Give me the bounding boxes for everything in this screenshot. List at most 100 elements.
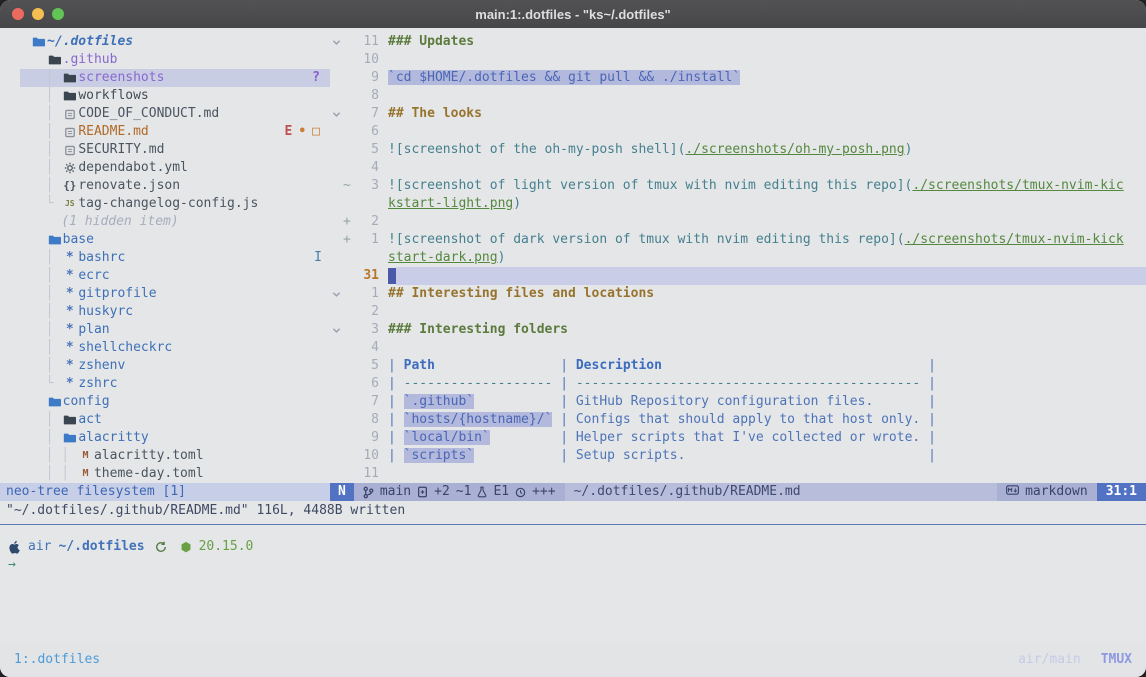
fold-chevron-icon[interactable] bbox=[330, 290, 343, 299]
editor-line[interactable]: 11 bbox=[330, 465, 1146, 483]
editor-line[interactable]: 9 | `local/bin` | Helper scripts that I'v… bbox=[330, 429, 1146, 447]
tree-item[interactable]: │ *ecrc bbox=[20, 267, 330, 285]
minimize-button[interactable] bbox=[32, 8, 44, 20]
editor-line[interactable]: kstart-light.png) bbox=[330, 195, 1146, 213]
tree-item-label: ecrc bbox=[78, 267, 109, 285]
editor-line[interactable]: 5| Path | Description | bbox=[330, 357, 1146, 375]
maximize-button[interactable] bbox=[52, 8, 64, 20]
tree-item[interactable]: │ *bashrcI bbox=[20, 249, 330, 267]
text-segment bbox=[474, 394, 560, 409]
tree-item[interactable]: .github bbox=[20, 51, 330, 69]
indent-guide: │ bbox=[30, 357, 61, 375]
close-button[interactable] bbox=[12, 8, 24, 20]
tree-item[interactable]: │ act bbox=[20, 411, 330, 429]
editor-line[interactable]: 4 bbox=[330, 159, 1146, 177]
tree-item[interactable]: │ *huskyrc bbox=[20, 303, 330, 321]
editor-line[interactable]: start-dark.png) bbox=[330, 249, 1146, 267]
editor-line[interactable]: 7## The looks bbox=[330, 105, 1146, 123]
editor-line[interactable]: 10 bbox=[330, 51, 1146, 69]
line-text: ## The looks bbox=[388, 105, 482, 123]
line-number: 9 bbox=[353, 429, 379, 447]
tree-item[interactable]: │ │ Mtheme-day.toml bbox=[20, 465, 330, 483]
text-segment bbox=[920, 376, 928, 391]
editor-line[interactable]: 5![screenshot of the oh-my-posh shell](.… bbox=[330, 141, 1146, 159]
editor-line[interactable]: 11### Updates bbox=[330, 33, 1146, 51]
asterisk-icon: * bbox=[61, 267, 78, 285]
folder-icon bbox=[61, 432, 78, 444]
tree-item[interactable]: │ alacritty bbox=[20, 429, 330, 447]
tree-item[interactable]: └ JStag-changelog-config.js bbox=[20, 195, 330, 213]
tree-item[interactable]: │ *gitprofile bbox=[20, 285, 330, 303]
line-number: 31 bbox=[353, 267, 379, 285]
tree-item-label: .github bbox=[63, 51, 118, 69]
line-number: 6 bbox=[353, 123, 379, 141]
editor-line[interactable]: 7| `.github` | GitHub Repository configu… bbox=[330, 393, 1146, 411]
editor-line[interactable]: ~3![screenshot of light version of tmux … bbox=[330, 177, 1146, 195]
text-segment: ### Updates bbox=[388, 34, 474, 49]
tree-item[interactable]: base bbox=[20, 231, 330, 249]
tree-item[interactable]: ~/.dotfiles bbox=[20, 33, 330, 51]
indent-guide: └ bbox=[30, 195, 61, 213]
line-number: 3 bbox=[353, 321, 379, 339]
indent-guide: │ bbox=[30, 267, 61, 285]
tree-item[interactable]: └ *zshrc bbox=[20, 375, 330, 393]
tree-item-label: gitprofile bbox=[78, 285, 156, 303]
text-segment: ./screenshots/oh-my-posh.png bbox=[685, 142, 904, 157]
folder-icon bbox=[61, 414, 78, 426]
tree-item[interactable]: │ *zshenv bbox=[20, 357, 330, 375]
text-segment: Description bbox=[576, 358, 662, 373]
editor-line[interactable]: 9`cd $HOME/.dotfiles && git pull && ./in… bbox=[330, 69, 1146, 87]
gear-icon bbox=[61, 162, 78, 174]
text-segment: | bbox=[388, 358, 404, 373]
folder-icon bbox=[46, 234, 63, 246]
tree-item[interactable]: │ *plan bbox=[20, 321, 330, 339]
editor-line[interactable]: 10| `scripts` | Setup scripts. | bbox=[330, 447, 1146, 465]
line-text: | `local/bin` | Helper scripts that I've… bbox=[388, 429, 936, 447]
tree-item[interactable]: │ dependabot.yml bbox=[20, 159, 330, 177]
filetype-segment: markdown bbox=[997, 483, 1097, 501]
text-segment: | bbox=[928, 376, 936, 391]
tree-item[interactable]: │ │ Malacritty.toml bbox=[20, 447, 330, 465]
line-number: 4 bbox=[353, 159, 379, 177]
tree-item[interactable]: config bbox=[20, 393, 330, 411]
editor-line[interactable]: 6 bbox=[330, 123, 1146, 141]
text-segment: ----------------------------------------… bbox=[576, 376, 920, 391]
editor-line[interactable]: +2 bbox=[330, 213, 1146, 231]
editor-line[interactable]: 1## Interesting files and locations bbox=[330, 285, 1146, 303]
indent-guide: │ bbox=[30, 141, 61, 159]
line-number: 9 bbox=[353, 69, 379, 87]
editor-pane[interactable]: 11### Updates109`cd $HOME/.dotfiles && g… bbox=[330, 28, 1146, 483]
tree-item[interactable]: │ *shellcheckrc bbox=[20, 339, 330, 357]
editor-line[interactable]: 6| ------------------- | ---------------… bbox=[330, 375, 1146, 393]
editor-line[interactable]: 8| `hosts/{hostname}/` | Configs that sh… bbox=[330, 411, 1146, 429]
editor-line[interactable]: 31 bbox=[330, 267, 1146, 285]
fold-chevron-icon[interactable] bbox=[330, 110, 343, 119]
braces-icon: {} bbox=[61, 177, 78, 195]
markdown-file-icon bbox=[61, 126, 78, 139]
tree-item[interactable]: │ screenshots? bbox=[20, 69, 330, 87]
shell-pane[interactable]: air ~/.dotfiles 20.15.0 → bbox=[0, 525, 1146, 641]
file-tree[interactable]: ~/.dotfiles .github │ screenshots? │ wor… bbox=[0, 28, 330, 483]
editor-line[interactable]: 4 bbox=[330, 339, 1146, 357]
markdown-file-icon bbox=[61, 108, 78, 121]
tree-item[interactable]: │ SECURITY.md bbox=[20, 141, 330, 159]
cursor-position: 31:1 bbox=[1097, 483, 1146, 501]
text-segment: | bbox=[388, 394, 404, 409]
tree-item-label: act bbox=[78, 411, 101, 429]
editor-line[interactable]: 3### Interesting folders bbox=[330, 321, 1146, 339]
fold-chevron-icon[interactable] bbox=[330, 38, 343, 47]
fold-chevron-icon[interactable] bbox=[330, 326, 343, 335]
text-segment: | bbox=[560, 394, 576, 409]
editor-line[interactable]: +1![screenshot of dark version of tmux w… bbox=[330, 231, 1146, 249]
tree-item[interactable]: │ CODE_OF_CONDUCT.md bbox=[20, 105, 330, 123]
apple-icon bbox=[8, 540, 21, 554]
tree-item[interactable]: │ README.mdE•□ bbox=[20, 123, 330, 141]
editor-line[interactable]: 2 bbox=[330, 303, 1146, 321]
line-number: 1 bbox=[353, 285, 379, 303]
tree-item[interactable]: (1 hidden item) bbox=[20, 213, 330, 231]
tree-item[interactable]: │ workflows bbox=[20, 87, 330, 105]
tmux-window-tab[interactable]: 1:.dotfiles bbox=[14, 652, 100, 667]
editor-line[interactable]: 8 bbox=[330, 87, 1146, 105]
tree-item[interactable]: │ {}renovate.json bbox=[20, 177, 330, 195]
text-segment: start-dark.png bbox=[388, 250, 498, 265]
